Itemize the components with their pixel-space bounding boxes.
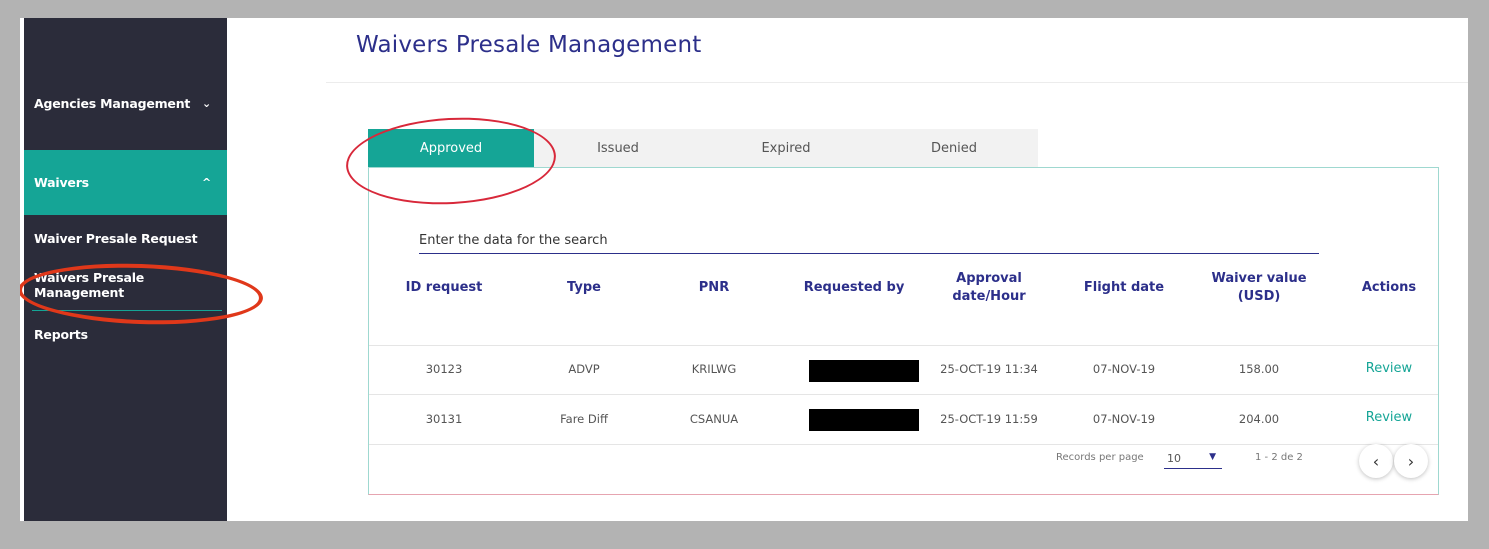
cell-waiver-value: 158.00 (1238, 362, 1280, 376)
column-header-approval-date: Approval date/Hour (952, 271, 1026, 304)
cell-flight-date: 07-NOV-19 (1092, 412, 1156, 426)
sidebar-item-label: Waiver Presale Request (34, 230, 198, 246)
status-tabs: Approved Issued Expired Denied (368, 129, 1038, 167)
caret-down-icon: ▼ (1209, 452, 1216, 462)
review-link[interactable]: Review (1344, 407, 1434, 427)
tab-expired[interactable]: Expired (702, 129, 870, 167)
sidebar: Agencies Management ⌄ Waivers ^ Waiver P… (24, 18, 227, 521)
cell-pnr: CSANUA (689, 412, 739, 426)
search-input[interactable] (419, 227, 1319, 254)
tab-approved[interactable]: Approved (368, 129, 534, 167)
column-header-flight-date: Flight date (1083, 280, 1165, 295)
cell-pnr: KRILWG (691, 362, 737, 376)
next-page-button[interactable]: › (1394, 444, 1428, 478)
pagination-range: 1 - 2 de 2 (1255, 452, 1303, 463)
records-per-page-label: Records per page (1056, 452, 1144, 463)
app-window: Agencies Management ⌄ Waivers ^ Waiver P… (20, 18, 1468, 521)
column-header-requested-by: Requested by (803, 280, 905, 295)
cell-approval-date: 25-OCT-19 11:59 (940, 412, 1038, 426)
tab-denied[interactable]: Denied (870, 129, 1038, 167)
sidebar-item-label: Reports (34, 326, 88, 342)
sidebar-divider (32, 310, 222, 311)
chevron-down-icon: ⌄ (201, 96, 211, 110)
column-header-type: Type (567, 280, 601, 295)
column-header-id-request: ID request (405, 280, 483, 295)
redacted-requested-by (809, 409, 919, 431)
cell-flight-date: 07-NOV-19 (1092, 362, 1156, 376)
review-link[interactable]: Review (1344, 358, 1434, 378)
sidebar-item-agencies-management[interactable]: Agencies Management ⌄ (24, 88, 227, 118)
column-header-pnr: PNR (698, 280, 730, 295)
cell-id-request: 30123 (425, 362, 463, 376)
previous-page-button[interactable]: ‹ (1359, 444, 1393, 478)
records-per-page-value: 10 (1167, 451, 1181, 465)
sidebar-item-label: Agencies Management (34, 95, 191, 111)
chevron-left-icon: ‹ (1372, 451, 1380, 471)
tab-issued[interactable]: Issued (534, 129, 702, 167)
results-panel: ID request Type PNR Requested by Approva… (368, 167, 1439, 495)
chevron-right-icon: › (1407, 451, 1415, 471)
cell-waiver-value: 204.00 (1238, 412, 1280, 426)
redacted-requested-by (809, 360, 919, 382)
sidebar-item-waivers[interactable]: Waivers ^ (24, 150, 227, 215)
sidebar-item-label: Waivers (34, 175, 89, 190)
page-title: Waivers Presale Management (356, 32, 702, 58)
cell-id-request: 30131 (425, 412, 463, 426)
row-divider (369, 394, 1438, 395)
row-divider (369, 345, 1438, 346)
records-per-page-select[interactable]: 10 ▼ (1164, 448, 1222, 469)
chevron-up-icon: ^ (201, 176, 211, 189)
cell-type: Fare Diff (560, 412, 608, 426)
sidebar-item-waiver-presale-request[interactable]: Waiver Presale Request (24, 225, 227, 251)
sidebar-item-label: Waivers Presale Management (34, 270, 145, 300)
title-divider (326, 82, 1468, 83)
sidebar-item-reports[interactable]: Reports (24, 322, 227, 346)
column-header-actions: Actions (1361, 280, 1417, 295)
cell-type: ADVP (568, 362, 600, 376)
sidebar-item-waivers-presale-management[interactable]: Waivers Presale Management (24, 270, 227, 300)
column-header-waiver-value: Waiver value (USD) (1211, 271, 1307, 304)
row-divider (369, 444, 1438, 445)
cell-approval-date: 25-OCT-19 11:34 (940, 362, 1038, 376)
